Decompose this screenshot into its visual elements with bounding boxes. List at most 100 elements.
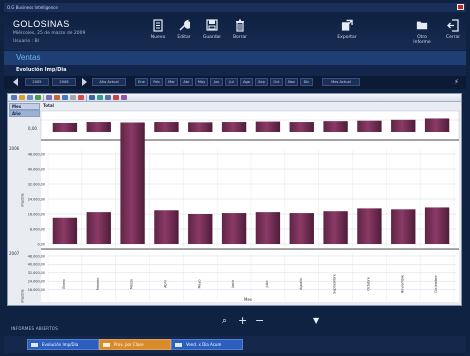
app-title: GOLOSINAS [13, 19, 70, 29]
month-button-oct[interactable]: Oct [270, 78, 283, 86]
top-strip-bar [289, 122, 314, 132]
report-tab-evolucion[interactable]: Evolución Imp/Dia [27, 339, 99, 350]
y-tick-label-2007: 40.000,00 [28, 263, 45, 267]
y-tick-label-2007: 16.000,00 [28, 288, 45, 292]
month-button-apr[interactable]: Abr [180, 78, 193, 86]
x-tick-label: Septiembre [333, 274, 337, 294]
period-filter-bar: 2005 2006 Año Actual Ene Feb Mar Abr May… [4, 76, 466, 89]
bar-julio [255, 212, 281, 244]
y-tick-label: 32.000,00 [28, 182, 45, 186]
delete-label: Borrar [232, 35, 248, 40]
bar-chart: 48.000,00 40.000,00 32.000,00 24.000,00 16.0… [28, 110, 460, 302]
y-tick-label: 16.000,00 [28, 212, 45, 216]
top-strip-bar [154, 122, 179, 132]
top-strip-bar [323, 121, 348, 132]
x-tick-label: Febrero [96, 278, 100, 291]
edit-button[interactable]: Editar [171, 18, 197, 40]
top-strip-bar [424, 118, 450, 132]
top-strip-bar [391, 119, 416, 132]
window-close-button[interactable] [457, 4, 464, 10]
current-date: Miércoles, 25 de marzo de 2009 [13, 31, 86, 36]
bar-septiembre [323, 211, 348, 244]
report-icon [175, 343, 182, 347]
x-tick-label: Enero [62, 279, 66, 289]
month-button-feb[interactable]: Feb [150, 78, 163, 86]
bar-febrero [86, 212, 111, 244]
current-month-button[interactable]: Mes Actual [322, 78, 360, 86]
y-tick-label-2007: 32.000,00 [28, 271, 45, 275]
month-button-mar[interactable]: Mar [165, 78, 178, 86]
delete-button[interactable]: Borrar [227, 18, 253, 40]
report-subheader: Evolución Imp/Dia [4, 65, 466, 76]
bar-diciembre [424, 207, 450, 244]
month-button-sep[interactable]: Sep [255, 78, 268, 86]
report-tab-label: Vend. x Dia Acum [186, 342, 222, 347]
previous-arrow-icon[interactable] [13, 78, 18, 86]
zoom-out-icon[interactable]: − [255, 315, 264, 327]
logout-icon [447, 18, 459, 32]
x-tick-label: Marzo [130, 279, 134, 289]
folder-icon [416, 18, 428, 32]
title-bar: O.G Business Intelligence [4, 3, 466, 12]
floppy-disk-icon [206, 18, 218, 32]
bar-abril [154, 210, 179, 244]
top-strip-bar [120, 122, 145, 132]
zoom-in-icon[interactable]: + [238, 315, 247, 327]
new-document-icon [152, 18, 164, 32]
save-button[interactable]: Guardar [199, 18, 225, 40]
bar-octubre [357, 208, 382, 244]
magnifier-icon[interactable]: ⌕ [222, 315, 227, 327]
bar-junio [221, 213, 247, 244]
current-year-button[interactable]: Año Actual [92, 78, 126, 86]
other-report-button[interactable]: Otro Informe [409, 18, 435, 45]
top-strip-bar [221, 122, 247, 132]
bar-enero [52, 217, 78, 244]
bar-noviembre [391, 209, 416, 244]
export-label: Exportar [337, 35, 357, 40]
month-button-may[interactable]: May [195, 78, 208, 86]
x-tick-label: Noviembre [400, 275, 404, 294]
export-button[interactable]: Exportar [334, 18, 360, 40]
plot-area-2007 [41, 250, 459, 302]
year-button-2006[interactable]: 2006 [52, 78, 76, 86]
report-icon [31, 343, 38, 347]
x-tick-label: Diciembre [434, 275, 438, 292]
month-button-aug[interactable]: Ago [240, 78, 253, 86]
close-button[interactable]: Cerrar [440, 18, 466, 40]
month-button-nov[interactable]: Nov [285, 78, 298, 86]
report-tab-vendedores[interactable]: Vend. x Dia Acum [171, 339, 243, 350]
report-tab-label: Evolución Imp/Dia [42, 342, 79, 347]
report-title: Evolución Imp/Dia [16, 67, 67, 73]
trash-icon [234, 18, 246, 32]
y-tick-label: 48.000,00 [28, 152, 45, 156]
olap-workspace: Mes Año Total 0,00 2006 2007 Imp/Dia Imp… [7, 93, 462, 306]
year-button-2005[interactable]: 2005 [25, 78, 49, 86]
y-tick-label: 40.000,00 [28, 167, 45, 171]
chart-2007-gridlines [41, 250, 459, 302]
month-button-dec[interactable]: Dic [300, 78, 313, 86]
bar-agosto [289, 213, 314, 244]
y-tick-label: 8.000,00 [30, 227, 45, 231]
top-strip-bars [40, 110, 460, 141]
new-button[interactable]: Nuevo [145, 18, 171, 40]
funnel-filter-icon[interactable]: ▼ [313, 315, 319, 327]
section-title: Ventas [16, 53, 41, 62]
x-tick-label: Agosto [299, 278, 303, 290]
x-axis-title: Mes [244, 297, 252, 302]
month-button-jul[interactable]: Jul [225, 78, 238, 86]
bar-mayo [188, 214, 213, 244]
export-icon [341, 18, 353, 32]
open-reports-label: INFORMES ABIERTOS [11, 326, 59, 331]
next-arrow-icon[interactable] [82, 78, 87, 86]
y-tick-label: 24.000,00 [28, 197, 45, 201]
report-icon [103, 343, 110, 347]
month-button-jun[interactable]: Jun [210, 78, 223, 86]
report-tab-proveedores[interactable]: Prov. por Clase [99, 339, 171, 350]
x-tick-label: Julio [265, 280, 269, 288]
pin-icon[interactable]: ⚡ [454, 78, 459, 86]
x-tick-label: Junio [231, 280, 235, 289]
report-tab-label: Prov. por Clase [114, 342, 144, 347]
month-button-jan[interactable]: Ene [135, 78, 148, 86]
zoom-toolbar: ⌕ + − ▼ [4, 312, 466, 332]
wrench-icon [178, 18, 190, 32]
